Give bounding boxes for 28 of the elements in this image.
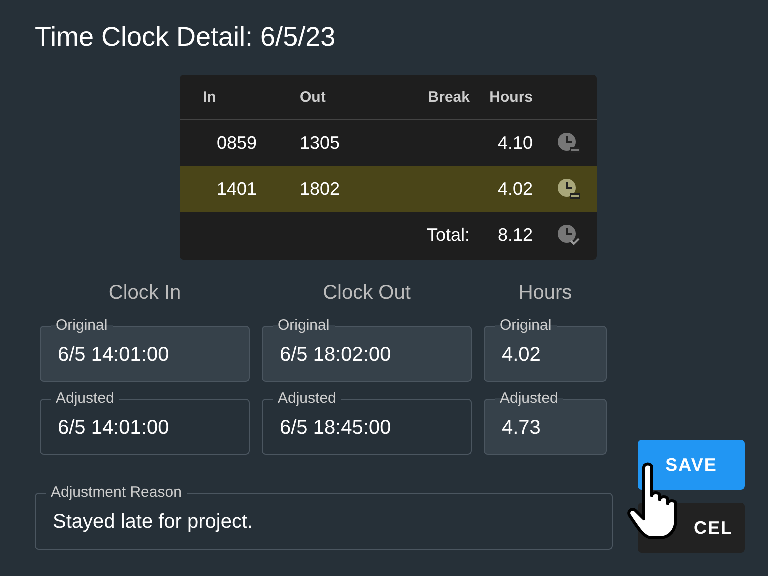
table-cell: 4.10 (498, 132, 533, 152)
column-header: Hours (488, 88, 533, 106)
clock-minus-icon[interactable] (557, 177, 581, 201)
table-cell: Total: (426, 224, 470, 244)
field-label: Adjusted (51, 390, 120, 407)
field-label: Adjusted (273, 390, 342, 407)
field-label: Original (273, 317, 335, 334)
column-heading: Hours (518, 282, 574, 305)
dialog-title: Time Clock Detail: 6/5/23 (35, 22, 337, 54)
column-header: In (202, 88, 218, 106)
table-row[interactable]: 1401 1802 4.02 (180, 166, 597, 212)
column-header: Out (299, 88, 327, 106)
column-heading: Clock Out (322, 282, 412, 305)
table-cell: 0859 (216, 132, 257, 152)
field-label: Adjustment Reason (46, 484, 187, 501)
table-cell: 8.12 (498, 224, 533, 244)
column-header: Break (427, 88, 470, 106)
table-row[interactable]: Total: 8.12 (180, 212, 597, 258)
table-cell: 4.02 (498, 178, 533, 198)
table-cell: 1802 (300, 178, 340, 198)
field-label: Original (51, 317, 113, 334)
clock-check-icon[interactable] (557, 223, 581, 247)
table-cell: 1305 (300, 132, 340, 152)
column-heading: Clock In (108, 282, 182, 305)
field-label: Original (495, 317, 557, 334)
table-row[interactable]: 0859 1305 4.10 (180, 120, 597, 166)
table-cell: 1401 (216, 178, 257, 198)
field-label: Adjusted (495, 390, 564, 407)
